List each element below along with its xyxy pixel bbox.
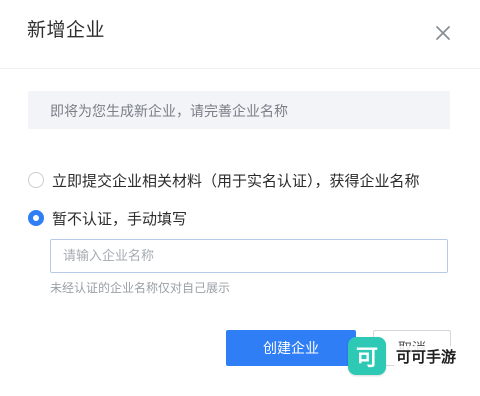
- dialog-header: 新增企业: [0, 0, 480, 69]
- radio-option-verify-now[interactable]: 立即提交企业相关材料（用于实名认证），获得企业名称: [28, 168, 420, 192]
- company-name-input[interactable]: [50, 239, 448, 273]
- radio-option-manual[interactable]: 暂不认证，手动填写: [28, 206, 187, 230]
- watermark: 可 可可手游: [348, 337, 478, 375]
- close-icon[interactable]: [430, 20, 456, 46]
- radio-button-unchecked[interactable]: [28, 172, 44, 188]
- radio-label-verify-now: 立即提交企业相关材料（用于实名认证），获得企业名称: [52, 171, 420, 190]
- radio-button-checked[interactable]: [28, 210, 44, 226]
- create-company-button[interactable]: 创建企业: [226, 330, 356, 366]
- watermark-text: 可可手游: [394, 345, 459, 367]
- notice-text: 即将为您生成新企业，请完善企业名称: [50, 104, 288, 120]
- input-hint: 未经认证的企业名称仅对自己展示: [50, 281, 231, 295]
- create-company-dialog: 新增企业 即将为您生成新企业，请完善企业名称 立即提交企业相关材料（用于实名认证…: [0, 0, 480, 396]
- info-notice: 即将为您生成新企业，请完善企业名称: [28, 91, 450, 129]
- watermark-logo-icon: 可: [348, 337, 386, 375]
- radio-label-manual: 暂不认证，手动填写: [52, 209, 188, 228]
- dialog-title: 新增企业: [27, 19, 106, 41]
